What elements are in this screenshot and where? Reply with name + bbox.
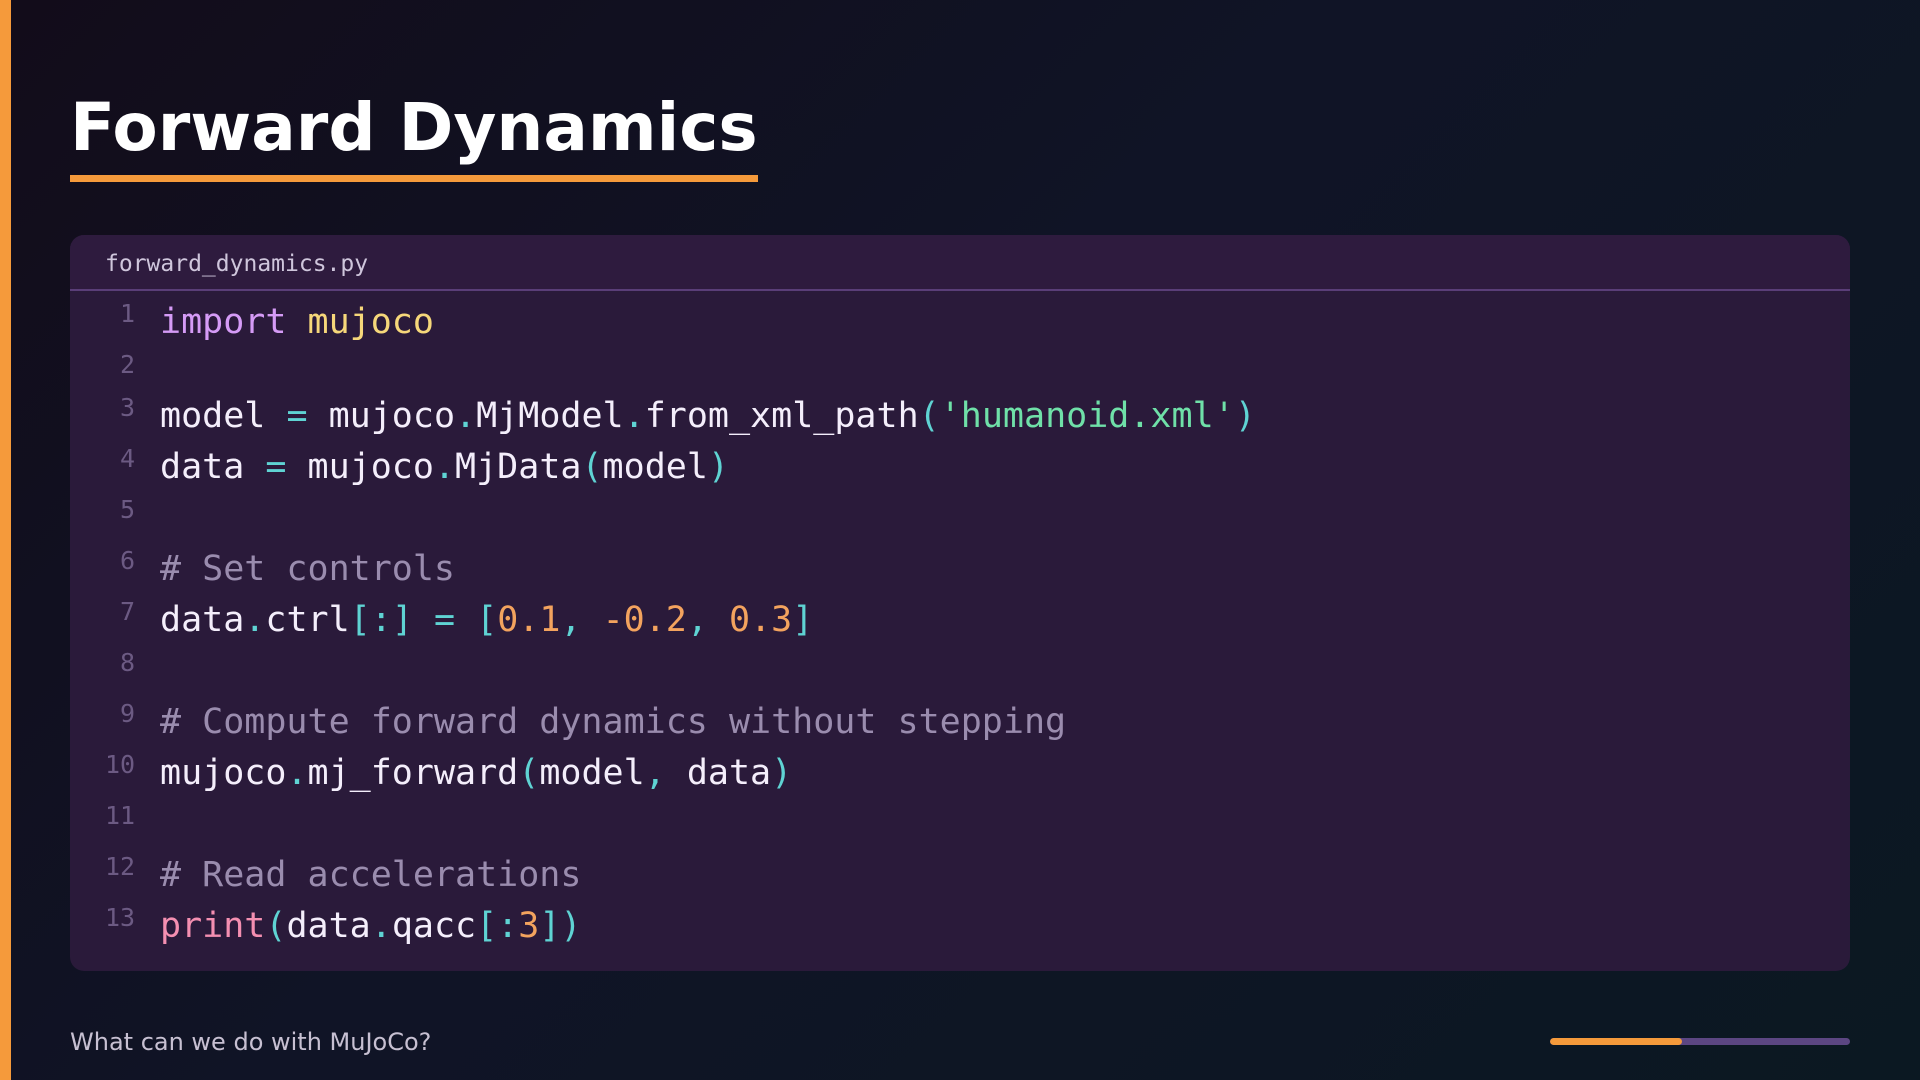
slide-footer: What can we do with MuJoCo? bbox=[70, 1028, 432, 1056]
line-number: 8 bbox=[120, 648, 136, 677]
code-line: 11 bbox=[70, 801, 1850, 851]
line-number: 5 bbox=[120, 495, 136, 524]
code-token-string: 'humanoid.xml' bbox=[939, 396, 1235, 436]
code-token-punctuation: ( bbox=[518, 753, 540, 793]
code-line: 9 # Compute forward dynamics without step… bbox=[70, 699, 1850, 749]
code-token-plain: mj_forward bbox=[307, 753, 519, 793]
code-line: 5 bbox=[70, 495, 1850, 545]
code-text: import mujoco bbox=[160, 301, 434, 343]
code-text: # Read accelerations bbox=[160, 854, 581, 896]
code-token-punctuation: ( bbox=[918, 396, 940, 436]
code-text: # Set controls bbox=[160, 548, 455, 590]
code-token-comment: # Set controls bbox=[160, 549, 456, 589]
code-text: print(data.qacc[:3]) bbox=[160, 905, 582, 947]
code-token-punctuation: = bbox=[433, 600, 456, 640]
code-token-punctuation: [:] bbox=[349, 600, 413, 640]
code-token-plain: model bbox=[539, 753, 645, 793]
code-token-plain: data bbox=[160, 447, 266, 487]
code-token-comment: # Compute forward dynamics without stepp… bbox=[160, 702, 1067, 742]
code-token-punctuation: ( bbox=[581, 447, 603, 487]
code-line: 13 print(data.qacc[:3]) bbox=[70, 903, 1850, 953]
slide-title: Forward Dynamics bbox=[70, 89, 758, 166]
code-token-punctuation: , bbox=[560, 600, 603, 640]
code-token-plain: mujoco bbox=[160, 753, 287, 793]
code-line: 4 data = mujoco.MjData(model) bbox=[70, 444, 1850, 494]
code-token-plain: MjModel bbox=[476, 396, 624, 436]
code-text: data.ctrl[:] = [0.1, -0.2, 0.3] bbox=[160, 599, 813, 641]
code-token-punctuation: ]) bbox=[539, 906, 582, 946]
code-token-punctuation: . bbox=[244, 600, 266, 640]
code-token-plain: data bbox=[286, 906, 371, 946]
code-text: # Compute forward dynamics without stepp… bbox=[160, 701, 1066, 743]
code-line: 10 mujoco.mj_forward(model, data) bbox=[70, 750, 1850, 800]
code-token-plain: mujoco bbox=[286, 447, 434, 487]
code-token-number: 0.3 bbox=[729, 600, 793, 640]
code-token-punctuation: ) bbox=[1234, 396, 1256, 436]
code-token-module: mujoco bbox=[307, 302, 434, 342]
code-token-builtin: print bbox=[160, 906, 266, 946]
code-token-plain: MjData bbox=[455, 447, 582, 487]
code-token-punctuation: ) bbox=[771, 753, 793, 793]
code-line: 8 bbox=[70, 648, 1850, 698]
code-block: forward_dynamics.py 1 import mujoco 2 3 mode… bbox=[70, 235, 1850, 971]
code-token-punctuation: , bbox=[686, 600, 730, 640]
code-token-punctuation: ] bbox=[792, 600, 814, 640]
line-number: 2 bbox=[120, 350, 136, 379]
code-token-punctuation: . bbox=[433, 447, 456, 487]
line-number: 11 bbox=[105, 801, 136, 830]
code-token-plain: model bbox=[160, 396, 287, 436]
code-text: model = mujoco.MjModel.from_xml_path('hu… bbox=[160, 395, 1256, 437]
code-token-number: 0.1 bbox=[497, 600, 561, 640]
code-header: forward_dynamics.py bbox=[70, 235, 1850, 291]
left-accent-bar bbox=[0, 0, 11, 1080]
slide-progress-fill bbox=[1550, 1038, 1682, 1045]
code-token-plain: mujoco bbox=[307, 396, 456, 436]
code-line: 1 import mujoco bbox=[70, 299, 1850, 349]
code-token-comment: # Read accelerations bbox=[160, 855, 582, 895]
code-token-punctuation: = bbox=[286, 396, 308, 436]
code-line: 7 data.ctrl[:] = [0.1, -0.2, 0.3] bbox=[70, 597, 1850, 647]
code-token-plain: model bbox=[602, 447, 708, 487]
code-token-punctuation: . bbox=[286, 753, 308, 793]
code-token-punctuation: . bbox=[455, 396, 477, 436]
code-token-punctuation: [ bbox=[476, 600, 498, 640]
code-token-plain: data bbox=[665, 753, 772, 793]
code-token-punctuation: ( bbox=[265, 906, 287, 946]
code-filename: forward_dynamics.py bbox=[105, 251, 369, 277]
code-token-plain: qacc bbox=[391, 906, 477, 946]
code-token-punctuation: , bbox=[644, 753, 666, 793]
code-line: 12 # Read accelerations bbox=[70, 852, 1850, 902]
code-line: 3 model = mujoco.MjModel.from_xml_path('h… bbox=[70, 393, 1850, 443]
code-token-punctuation: . bbox=[370, 906, 392, 946]
code-token-number: -0.2 bbox=[602, 600, 687, 640]
code-token-keyword: import bbox=[160, 302, 287, 342]
code-token-number: 3 bbox=[518, 906, 540, 946]
code-token-punctuation: [: bbox=[476, 906, 519, 946]
code-token-plain: ctrl bbox=[265, 600, 350, 640]
code-text: data = mujoco.MjData(model) bbox=[160, 446, 729, 488]
code-token-plain: from_xml_path bbox=[644, 396, 919, 436]
code-text: mujoco.mj_forward(model, data) bbox=[160, 752, 792, 794]
code-token-punctuation: = bbox=[265, 447, 287, 487]
code-token-punctuation: . bbox=[623, 396, 645, 436]
slide-progress-bar bbox=[1550, 1038, 1850, 1045]
code-line: 6 # Set controls bbox=[70, 546, 1850, 596]
code-token-plain: data bbox=[160, 600, 245, 640]
code-token-punctuation: ) bbox=[707, 447, 729, 487]
title-underline bbox=[70, 175, 758, 182]
